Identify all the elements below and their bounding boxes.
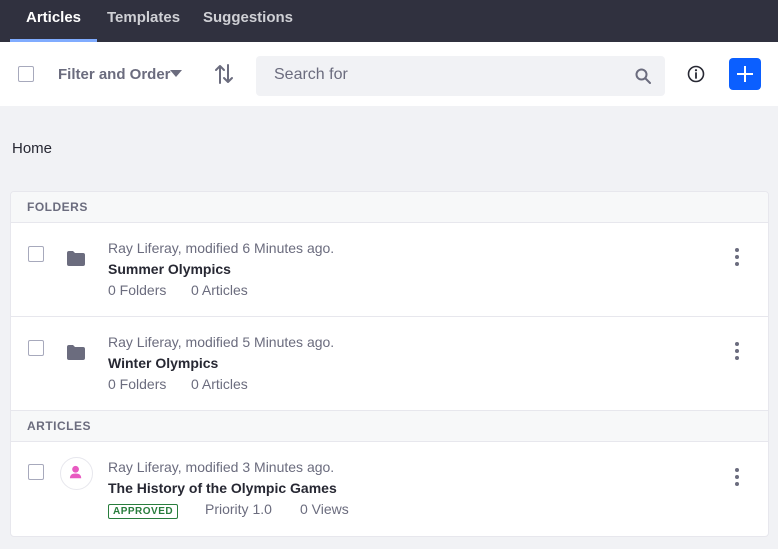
folder-count: 0 Folders: [108, 376, 167, 392]
sort-order-icon[interactable]: [214, 63, 234, 85]
breadcrumb[interactable]: Home: [12, 140, 52, 157]
article-count: 0 Articles: [191, 376, 248, 392]
article-row[interactable]: Ray Liferay, modified 3 Minutes ago. The…: [11, 442, 768, 536]
content-list: FOLDERS Ray Liferay, modified 6 Minutes …: [10, 191, 769, 537]
chevron-down-icon[interactable]: [170, 70, 182, 77]
folder-row[interactable]: Ray Liferay, modified 5 Minutes ago. Win…: [11, 317, 768, 411]
tab-suggestions[interactable]: Suggestions: [203, 0, 293, 42]
folders-header: FOLDERS: [11, 192, 768, 223]
top-navigation: Articles Templates Suggestions: [0, 0, 778, 42]
filter-and-order-dropdown[interactable]: Filter and Order: [58, 66, 171, 83]
tab-templates[interactable]: Templates: [107, 0, 180, 42]
add-button[interactable]: [729, 58, 761, 90]
folder-title[interactable]: Winter Olympics: [108, 355, 218, 371]
tab-articles[interactable]: Articles: [9, 0, 98, 42]
row-meta: Ray Liferay, modified 5 Minutes ago.: [108, 334, 335, 350]
info-icon[interactable]: [687, 65, 705, 83]
search-icon[interactable]: [635, 68, 651, 84]
row-meta: Ray Liferay, modified 6 Minutes ago.: [108, 240, 335, 256]
search-input[interactable]: Search for: [256, 56, 665, 96]
more-actions-icon[interactable]: [732, 248, 742, 266]
article-title[interactable]: The History of the Olympic Games: [108, 480, 337, 496]
article-count: 0 Articles: [191, 282, 248, 298]
management-toolbar: Filter and Order Search for: [0, 42, 778, 106]
folder-icon: [67, 345, 85, 360]
more-actions-icon[interactable]: [732, 468, 742, 486]
more-actions-icon[interactable]: [732, 342, 742, 360]
search-placeholder: Search for: [274, 66, 348, 83]
row-meta: Ray Liferay, modified 3 Minutes ago.: [108, 459, 335, 475]
avatar: [60, 457, 93, 490]
user-icon: [69, 465, 82, 479]
folder-row[interactable]: Ray Liferay, modified 6 Minutes ago. Sum…: [11, 223, 768, 317]
folder-title[interactable]: Summer Olympics: [108, 261, 231, 277]
row-checkbox[interactable]: [28, 340, 44, 356]
article-priority: Priority 1.0: [205, 501, 272, 517]
row-checkbox[interactable]: [28, 246, 44, 262]
status-badge: APPROVED: [108, 504, 179, 519]
select-all-checkbox[interactable]: [18, 66, 34, 82]
folder-count: 0 Folders: [108, 282, 167, 298]
row-checkbox[interactable]: [28, 464, 44, 480]
folder-icon: [67, 251, 85, 266]
articles-header: ARTICLES: [11, 411, 768, 442]
article-views: 0 Views: [300, 501, 349, 517]
